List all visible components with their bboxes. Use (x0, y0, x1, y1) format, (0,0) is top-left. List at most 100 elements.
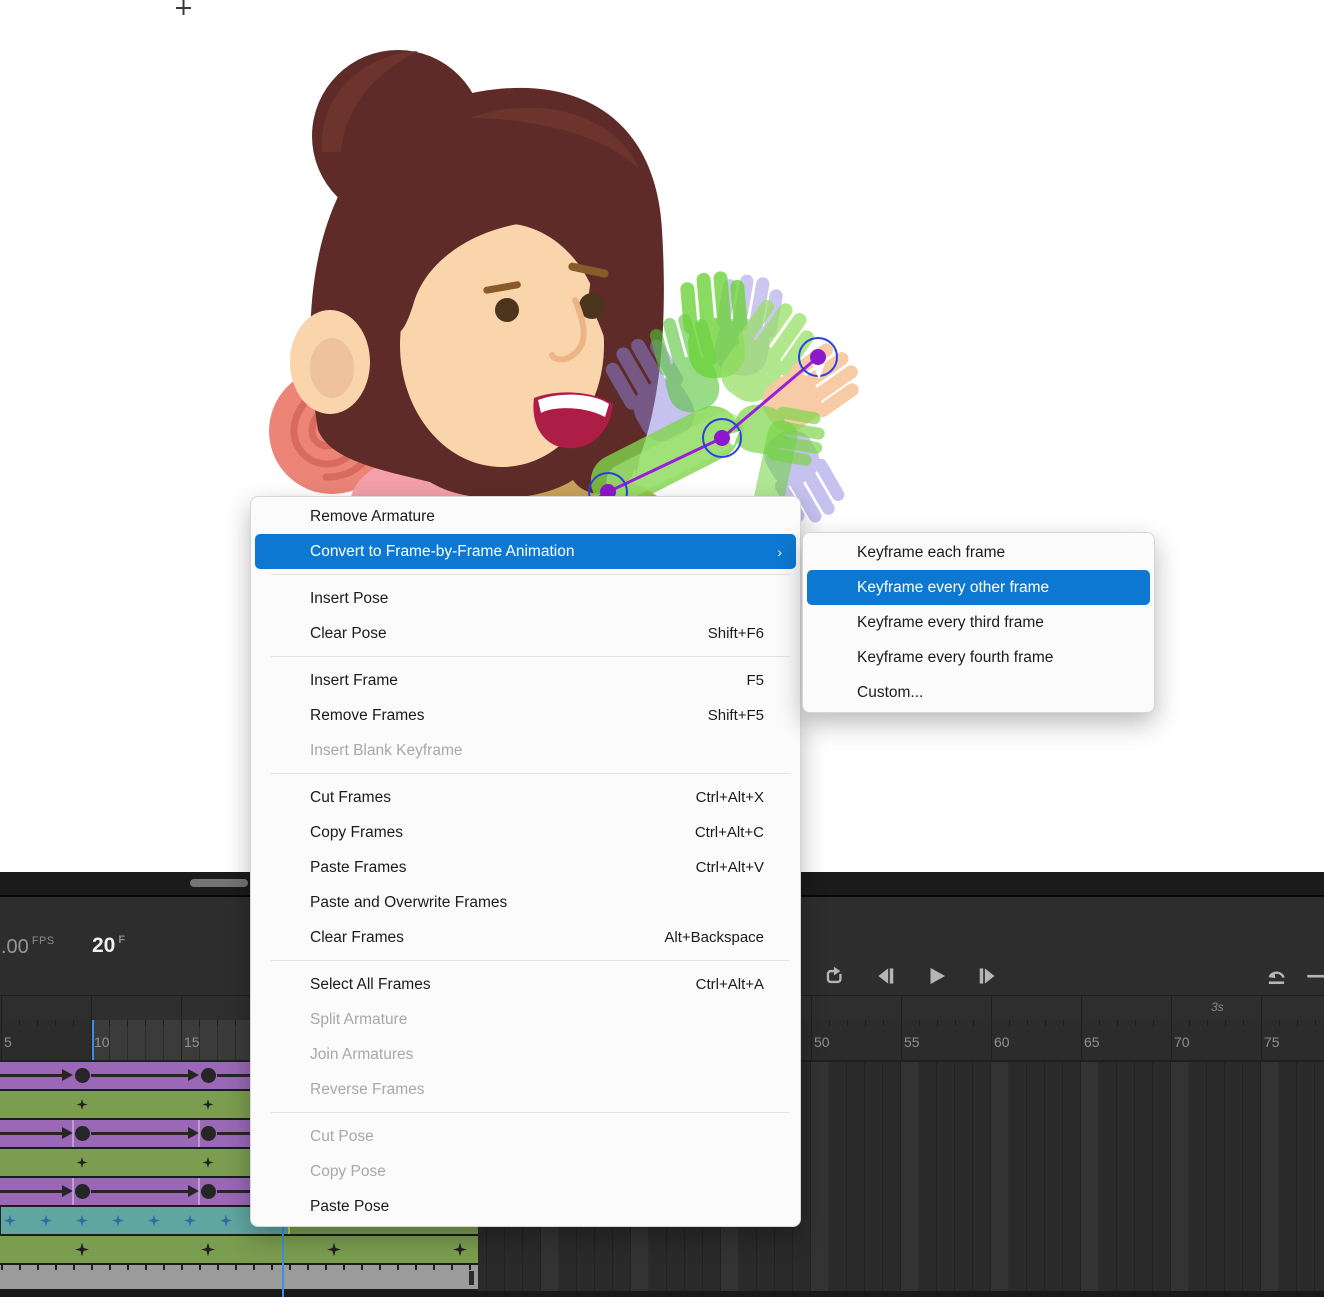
ruler-frame-number: 55 (904, 1034, 920, 1050)
menu-item-convert-to-frame-by-frame-animation[interactable]: Convert to Frame-by-Frame Animation › (255, 534, 796, 569)
menu-divider (271, 651, 790, 663)
armature-span[interactable] (1, 1207, 288, 1236)
menu-divider (271, 955, 790, 967)
tween-keyframe-dot[interactable] (201, 1068, 216, 1083)
menu-divider (271, 569, 790, 581)
animate-app-screen: .00FPS 20F 3s 51015505560657075 Remove A… (0, 0, 1324, 1297)
keyframe-diamond[interactable] (327, 1243, 341, 1257)
menu-item-label: Keyframe each frame (857, 544, 1005, 562)
step-forward-button[interactable] (972, 961, 1002, 991)
tween-keyframe-dot[interactable] (75, 1068, 90, 1083)
selected-frame-range[interactable] (93, 1020, 250, 1060)
timeline-footer-bar[interactable] (0, 1265, 478, 1291)
menu-item-label: Clear Frames (310, 929, 404, 947)
ruler-frame-number: 50 (814, 1034, 830, 1050)
menu-item-label: Join Armatures (310, 1046, 413, 1064)
menu-item-copy-frames[interactable]: Copy Frames Ctrl+Alt+C (255, 815, 796, 850)
menu-divider (271, 768, 790, 780)
submenu-chevron-icon: › (777, 544, 782, 560)
fps-display[interactable]: .00FPS (1, 935, 55, 959)
menu-item-remove-frames[interactable]: Remove Frames Shift+F5 (255, 698, 796, 733)
tween-keyframe-dot[interactable] (75, 1184, 90, 1199)
menu-item-shortcut: Shift+F6 (708, 625, 782, 642)
menu-item-label: Reverse Frames (310, 1081, 425, 1099)
keyframe-span[interactable] (0, 1236, 478, 1265)
keyframe-diamond[interactable] (203, 1157, 214, 1168)
menu-item-label: Keyframe every third frame (857, 614, 1044, 632)
menu-item-label: Remove Frames (310, 707, 425, 725)
keyframe-diamond[interactable] (453, 1243, 467, 1257)
menu-item-paste-and-overwrite-frames[interactable]: Paste and Overwrite Frames (255, 885, 796, 920)
menu-divider (271, 1107, 790, 1119)
menu-item-reverse-frames: Reverse Frames (255, 1072, 796, 1107)
ruler-frame-number: 70 (1174, 1034, 1190, 1050)
menu-item-label: Insert Frame (310, 672, 398, 690)
pose-keyframe-diamond[interactable] (184, 1215, 196, 1227)
seconds-marker-label: 3s (1211, 1000, 1224, 1014)
menu-item-paste-frames[interactable]: Paste Frames Ctrl+Alt+V (255, 850, 796, 885)
span-end-marker (469, 1271, 474, 1285)
step-back-button[interactable] (871, 961, 901, 991)
menu-item-shortcut: Ctrl+Alt+A (696, 976, 782, 993)
menu-item-keyframe-each-frame[interactable]: Keyframe each frame (807, 535, 1150, 570)
menu-item-label: Paste Frames (310, 859, 406, 877)
menu-item-label: Cut Pose (310, 1128, 374, 1146)
keyframe-diamond[interactable] (203, 1099, 214, 1110)
menu-item-insert-pose[interactable]: Insert Pose (255, 581, 796, 616)
menu-item-label: Convert to Frame-by-Frame Animation (310, 543, 574, 561)
tween-keyframe-dot[interactable] (201, 1126, 216, 1141)
timeline-layer-row[interactable] (0, 1236, 1324, 1265)
menu-item-insert-blank-keyframe: Insert Blank Keyframe (255, 733, 796, 768)
pose-keyframe-diamond[interactable] (148, 1215, 160, 1227)
menu-item-label: Remove Armature (310, 508, 435, 526)
submenu: Keyframe each frame Keyframe every other … (802, 532, 1155, 713)
menu-item-label: Keyframe every other frame (857, 579, 1049, 597)
menu-item-label: Copy Frames (310, 824, 403, 842)
menu-item-cut-frames[interactable]: Cut FramesCtrl+Alt+X (255, 780, 796, 815)
timeline-layer-row[interactable] (0, 1265, 1324, 1294)
menu-item-keyframe-every-third-frame[interactable]: Keyframe every third frame (807, 605, 1150, 640)
pose-keyframe-diamond[interactable] (220, 1215, 232, 1227)
menu-item-label: Paste Pose (310, 1198, 389, 1216)
loop-button[interactable] (820, 961, 850, 991)
keyframe-diamond[interactable] (75, 1243, 89, 1257)
undo-button[interactable] (1262, 961, 1292, 991)
menu-item-keyframe-every-fourth-frame[interactable]: Keyframe every fourth frame (807, 640, 1150, 675)
current-frame-display[interactable]: 20F (92, 934, 126, 958)
menu-item-insert-frame[interactable]: Insert FrameF5 (255, 663, 796, 698)
ruler-frame-number: 75 (1264, 1034, 1280, 1050)
keyframe-diamond[interactable] (77, 1157, 88, 1168)
ruler-frame-number: 5 (4, 1034, 12, 1050)
menu-item-label: Split Armature (310, 1011, 407, 1029)
menu-item-keyframe-every-other-frame[interactable]: Keyframe every other frame (807, 570, 1150, 605)
menu-item-custom[interactable]: Custom... (807, 675, 1150, 710)
menu-item-shortcut: Ctrl+Alt+C (695, 824, 782, 841)
tween-keyframe-dot[interactable] (201, 1184, 216, 1199)
play-button[interactable] (922, 961, 952, 991)
ruler-frame-number: 10 (94, 1034, 110, 1050)
keyframe-diamond[interactable] (201, 1243, 215, 1257)
menu-item-label: Custom... (857, 684, 923, 702)
menu-item-clear-pose[interactable]: Clear PoseShift+F6 (255, 616, 796, 651)
tween-keyframe-dot[interactable] (75, 1126, 90, 1141)
pose-keyframe-diamond[interactable] (112, 1215, 124, 1227)
keyframe-diamond[interactable] (77, 1099, 88, 1110)
menu-item-select-all-frames[interactable]: Select All FramesCtrl+Alt+A (255, 967, 796, 1002)
ruler-frame-number: 15 (184, 1034, 200, 1050)
menu-item-remove-armature[interactable]: Remove Armature (255, 499, 796, 534)
pose-keyframe-diamond[interactable] (4, 1215, 16, 1227)
menu-item-label: Copy Pose (310, 1163, 386, 1181)
horizontal-scrollbar[interactable] (190, 879, 248, 887)
pose-keyframe-diamond[interactable] (40, 1215, 52, 1227)
menu-item-shortcut: Ctrl+Alt+V (696, 859, 782, 876)
menu-item-paste-pose[interactable]: Paste Pose (255, 1189, 796, 1224)
minus-button[interactable] (1302, 961, 1324, 991)
menu-item-label: Paste and Overwrite Frames (310, 894, 507, 912)
crosshair-icon (176, 0, 191, 15)
menu-item-split-armature: Split Armature (255, 1002, 796, 1037)
menu-item-clear-frames[interactable]: Clear FramesAlt+Backspace (255, 920, 796, 955)
ruler-frame-number: 65 (1084, 1034, 1100, 1050)
pose-keyframe-diamond[interactable] (76, 1215, 88, 1227)
menu-item-shortcut: Shift+F5 (708, 707, 782, 724)
menu-item-label: Cut Frames (310, 789, 391, 807)
